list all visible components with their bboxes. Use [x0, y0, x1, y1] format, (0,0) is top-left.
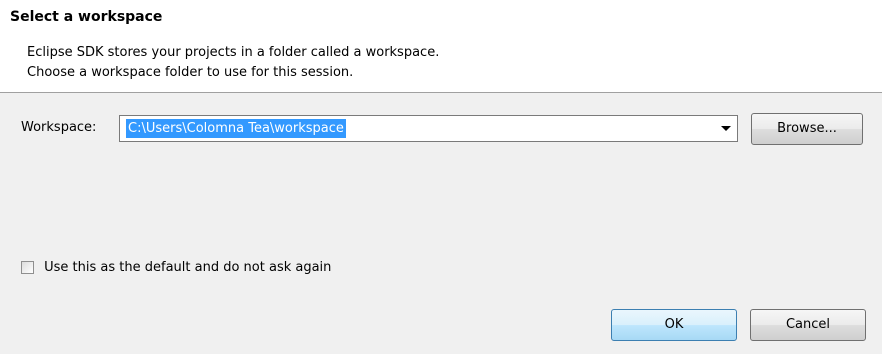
cancel-button[interactable]: Cancel — [750, 309, 866, 341]
ok-button[interactable]: OK — [611, 309, 737, 341]
default-option-row[interactable]: Use this as the default and do not ask a… — [21, 260, 331, 275]
workspace-label: Workspace: — [21, 120, 97, 135]
description-line-1: Eclipse SDK stores your projects in a fo… — [27, 45, 440, 60]
workspace-path-input[interactable]: C:\Users\Colomna Tea\workspace — [126, 119, 346, 138]
browse-button[interactable]: Browse... — [751, 113, 863, 145]
workspace-combo[interactable]: C:\Users\Colomna Tea\workspace — [119, 115, 738, 142]
description-line-2: Choose a workspace folder to use for thi… — [27, 65, 354, 80]
dialog-title: Select a workspace — [10, 9, 163, 25]
dialog-header: Select a workspace Eclipse SDK stores yo… — [0, 0, 882, 93]
default-checkbox[interactable] — [21, 261, 34, 274]
chevron-down-icon[interactable] — [721, 126, 731, 131]
default-checkbox-label[interactable]: Use this as the default and do not ask a… — [44, 260, 331, 275]
dialog-description: Eclipse SDK stores your projects in a fo… — [27, 43, 439, 83]
